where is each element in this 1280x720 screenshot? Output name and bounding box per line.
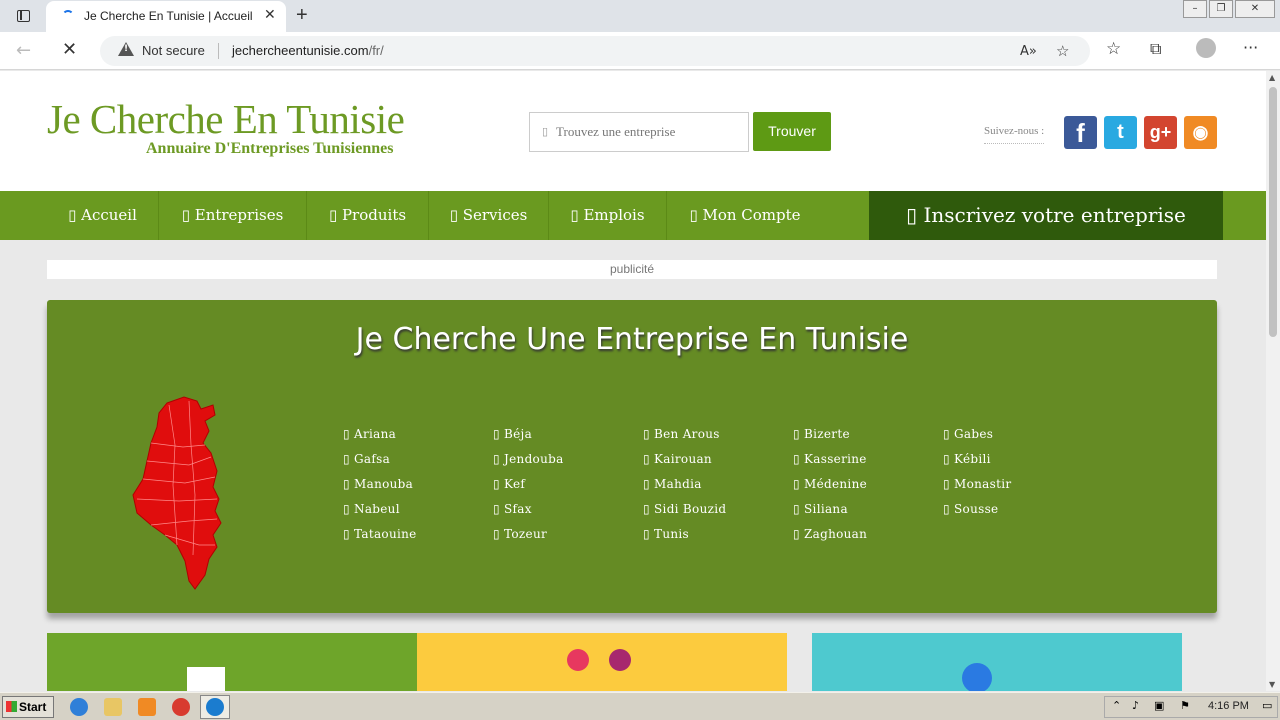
- address-toolbar: ← ✕ Not secure jechercheentunisie.com/fr…: [0, 32, 1280, 70]
- back-icon[interactable]: ←: [16, 40, 31, 61]
- category-card-entreprises[interactable]: [47, 633, 417, 691]
- nav-entreprises[interactable]: ▯ Entreprises: [159, 191, 307, 240]
- browser-tab-bar: Je Cherche En Tunisie | Accueil ✕ + – ❐ …: [0, 0, 1280, 32]
- new-tab-icon[interactable]: +: [296, 4, 308, 27]
- city-link[interactable]: ▯ Zaghouan: [793, 527, 867, 541]
- media-player-icon[interactable]: [138, 698, 156, 716]
- web-page: Je Cherche En Tunisie Annuaire D'Entrepr…: [0, 71, 1266, 691]
- url-text[interactable]: jechercheentunisie.com/fr/: [232, 43, 384, 58]
- profile-avatar[interactable]: [1196, 38, 1216, 58]
- city-link[interactable]: ▯ Jendouba: [493, 452, 564, 466]
- person-icon: [609, 649, 631, 671]
- tunisia-map[interactable]: [129, 395, 249, 595]
- tab-actions-icon[interactable]: [12, 6, 34, 26]
- globe-icon: [962, 663, 992, 691]
- system-tray: [1104, 696, 1278, 718]
- register-company-button[interactable]: ▯ Inscrivez votre entreprise: [869, 191, 1223, 240]
- facebook-icon[interactable]: f: [1064, 116, 1097, 149]
- stop-loading-icon[interactable]: ✕: [62, 39, 77, 60]
- site-logo[interactable]: Je Cherche En Tunisie: [47, 95, 405, 143]
- company-search-hero: Je Cherche Une Entreprise En Tunisie ▯ A…: [47, 300, 1217, 613]
- city-link[interactable]: ▯ Tozeur: [493, 527, 547, 541]
- add-favorite-icon[interactable]: ☆: [1056, 42, 1069, 60]
- start-button[interactable]: Start: [2, 696, 54, 718]
- more-options-icon[interactable]: ···: [1243, 38, 1258, 57]
- chrome-icon[interactable]: [172, 698, 190, 716]
- city-link[interactable]: ▯ Kairouan: [643, 452, 712, 466]
- page-scrollbar[interactable]: ▲ ▼: [1266, 71, 1280, 691]
- city-link[interactable]: ▯ Kasserine: [793, 452, 867, 466]
- city-link[interactable]: ▯ Monastir: [943, 477, 1011, 491]
- city-link[interactable]: ▯ Kef: [493, 477, 525, 491]
- city-link[interactable]: ▯ Kébili: [943, 452, 991, 466]
- browser-tab[interactable]: Je Cherche En Tunisie | Accueil ✕: [46, 1, 286, 32]
- clock[interactable]: 4:16 PM: [1208, 700, 1249, 712]
- hero-title: Je Cherche Une Entreprise En Tunisie: [355, 322, 909, 357]
- network-icon[interactable]: ▣: [1154, 699, 1164, 712]
- follow-label: Suivez-nous :: [984, 125, 1045, 144]
- site-header: Je Cherche En Tunisie Annuaire D'Entrepr…: [0, 71, 1266, 191]
- category-card-produits[interactable]: [417, 633, 787, 691]
- city-link[interactable]: ▯ Sfax: [493, 502, 532, 516]
- scroll-up-icon[interactable]: ▲: [1269, 73, 1275, 82]
- rss-icon[interactable]: ◉: [1184, 116, 1217, 149]
- person-icon: [567, 649, 589, 671]
- city-link[interactable]: ▯ Béja: [493, 427, 532, 441]
- address-bar[interactable]: Not secure jechercheentunisie.com/fr/ A»…: [100, 36, 1090, 66]
- favorites-icon[interactable]: ☆: [1106, 39, 1121, 59]
- ad-banner: publicité: [47, 260, 1217, 279]
- collections-icon[interactable]: ⧉: [1150, 39, 1161, 59]
- city-link[interactable]: ▯ Gabes: [943, 427, 993, 441]
- nav-accueil[interactable]: ▯ Accueil: [47, 191, 159, 240]
- folder-icon[interactable]: [104, 698, 122, 716]
- scroll-down-icon[interactable]: ▼: [1269, 680, 1275, 689]
- city-link[interactable]: ▯ Ariana: [343, 427, 396, 441]
- nav-produits[interactable]: ▯ Produits: [307, 191, 429, 240]
- city-link[interactable]: ▯ Tataouine: [343, 527, 417, 541]
- tab-close-icon[interactable]: ✕: [264, 7, 276, 23]
- city-link[interactable]: ▯ Nabeul: [343, 502, 400, 516]
- nav-services[interactable]: ▯ Services: [429, 191, 549, 240]
- flag-icon[interactable]: ⚑: [1180, 699, 1190, 712]
- city-link[interactable]: ▯ Ben Arous: [643, 427, 720, 441]
- search-button[interactable]: Trouver: [753, 112, 831, 151]
- tray-expand-icon[interactable]: ⌃: [1112, 699, 1121, 712]
- building-icon: [187, 667, 225, 691]
- edge-icon: [206, 698, 224, 716]
- read-aloud-icon[interactable]: A»: [1020, 44, 1037, 59]
- search-icon: ▯: [542, 126, 549, 138]
- show-desktop-icon[interactable]: ▭: [1262, 699, 1272, 712]
- city-link[interactable]: ▯ Gafsa: [343, 452, 390, 466]
- volume-icon[interactable]: ♪: [1132, 699, 1139, 712]
- twitter-icon[interactable]: t: [1104, 116, 1137, 149]
- minimize-button[interactable]: –: [1183, 0, 1207, 18]
- google-plus-icon[interactable]: g+: [1144, 116, 1177, 149]
- tab-title: Je Cherche En Tunisie | Accueil: [84, 9, 253, 23]
- city-link[interactable]: ▯ Sousse: [943, 502, 998, 516]
- close-window-button[interactable]: ✕: [1235, 0, 1275, 18]
- main-nav: ▯ Accueil ▯ Entreprises ▯ Produits ▯ Ser…: [47, 191, 1223, 240]
- windows-logo-icon: [6, 701, 17, 712]
- loading-spinner-icon: [62, 10, 74, 22]
- city-link[interactable]: ▯ Médenine: [793, 477, 867, 491]
- nav-mon-compte[interactable]: ▯ Mon Compte: [667, 191, 823, 240]
- security-label[interactable]: Not secure: [142, 43, 205, 58]
- edge-taskbar-button[interactable]: [200, 695, 230, 719]
- scrollbar-thumb[interactable]: [1269, 87, 1277, 337]
- search-input[interactable]: ▯ Trouvez une entreprise: [529, 112, 749, 152]
- city-link[interactable]: ▯ Siliana: [793, 502, 848, 516]
- divider: [218, 43, 219, 59]
- city-link[interactable]: ▯ Mahdia: [643, 477, 702, 491]
- city-link[interactable]: ▯ Bizerte: [793, 427, 850, 441]
- warning-icon[interactable]: [118, 42, 134, 56]
- site-tagline: Annuaire D'Entreprises Tunisiennes: [146, 140, 394, 157]
- nav-emplois[interactable]: ▯ Emplois: [549, 191, 667, 240]
- taskbar: Start ⌃ ♪ ▣ ⚑ 4:16 PM ▭: [0, 692, 1280, 720]
- watermark: ANY RUN: [1040, 683, 1244, 691]
- city-link[interactable]: ▯ Manouba: [343, 477, 413, 491]
- city-link[interactable]: ▯ Sidi Bouzid: [643, 502, 726, 516]
- city-link[interactable]: ▯ Tunis: [643, 527, 689, 541]
- restore-button[interactable]: ❐: [1209, 0, 1233, 18]
- ie-icon[interactable]: [70, 698, 88, 716]
